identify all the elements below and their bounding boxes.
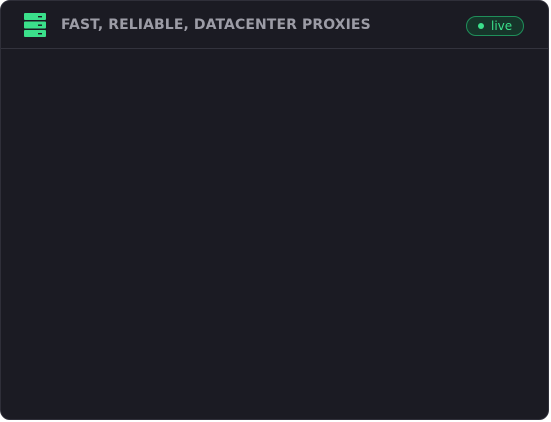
proxy-panel: FAST, RELIABLE, DATACENTER PROXIES live bbox=[0, 0, 549, 420]
page-title: FAST, RELIABLE, DATACENTER PROXIES bbox=[61, 17, 371, 33]
live-dot-icon bbox=[478, 23, 484, 29]
status-badge-label: live bbox=[491, 19, 513, 33]
status-badge: live bbox=[466, 16, 524, 36]
panel-content bbox=[1, 49, 548, 419]
panel-header: FAST, RELIABLE, DATACENTER PROXIES live bbox=[1, 1, 548, 49]
server-icon bbox=[24, 13, 46, 37]
